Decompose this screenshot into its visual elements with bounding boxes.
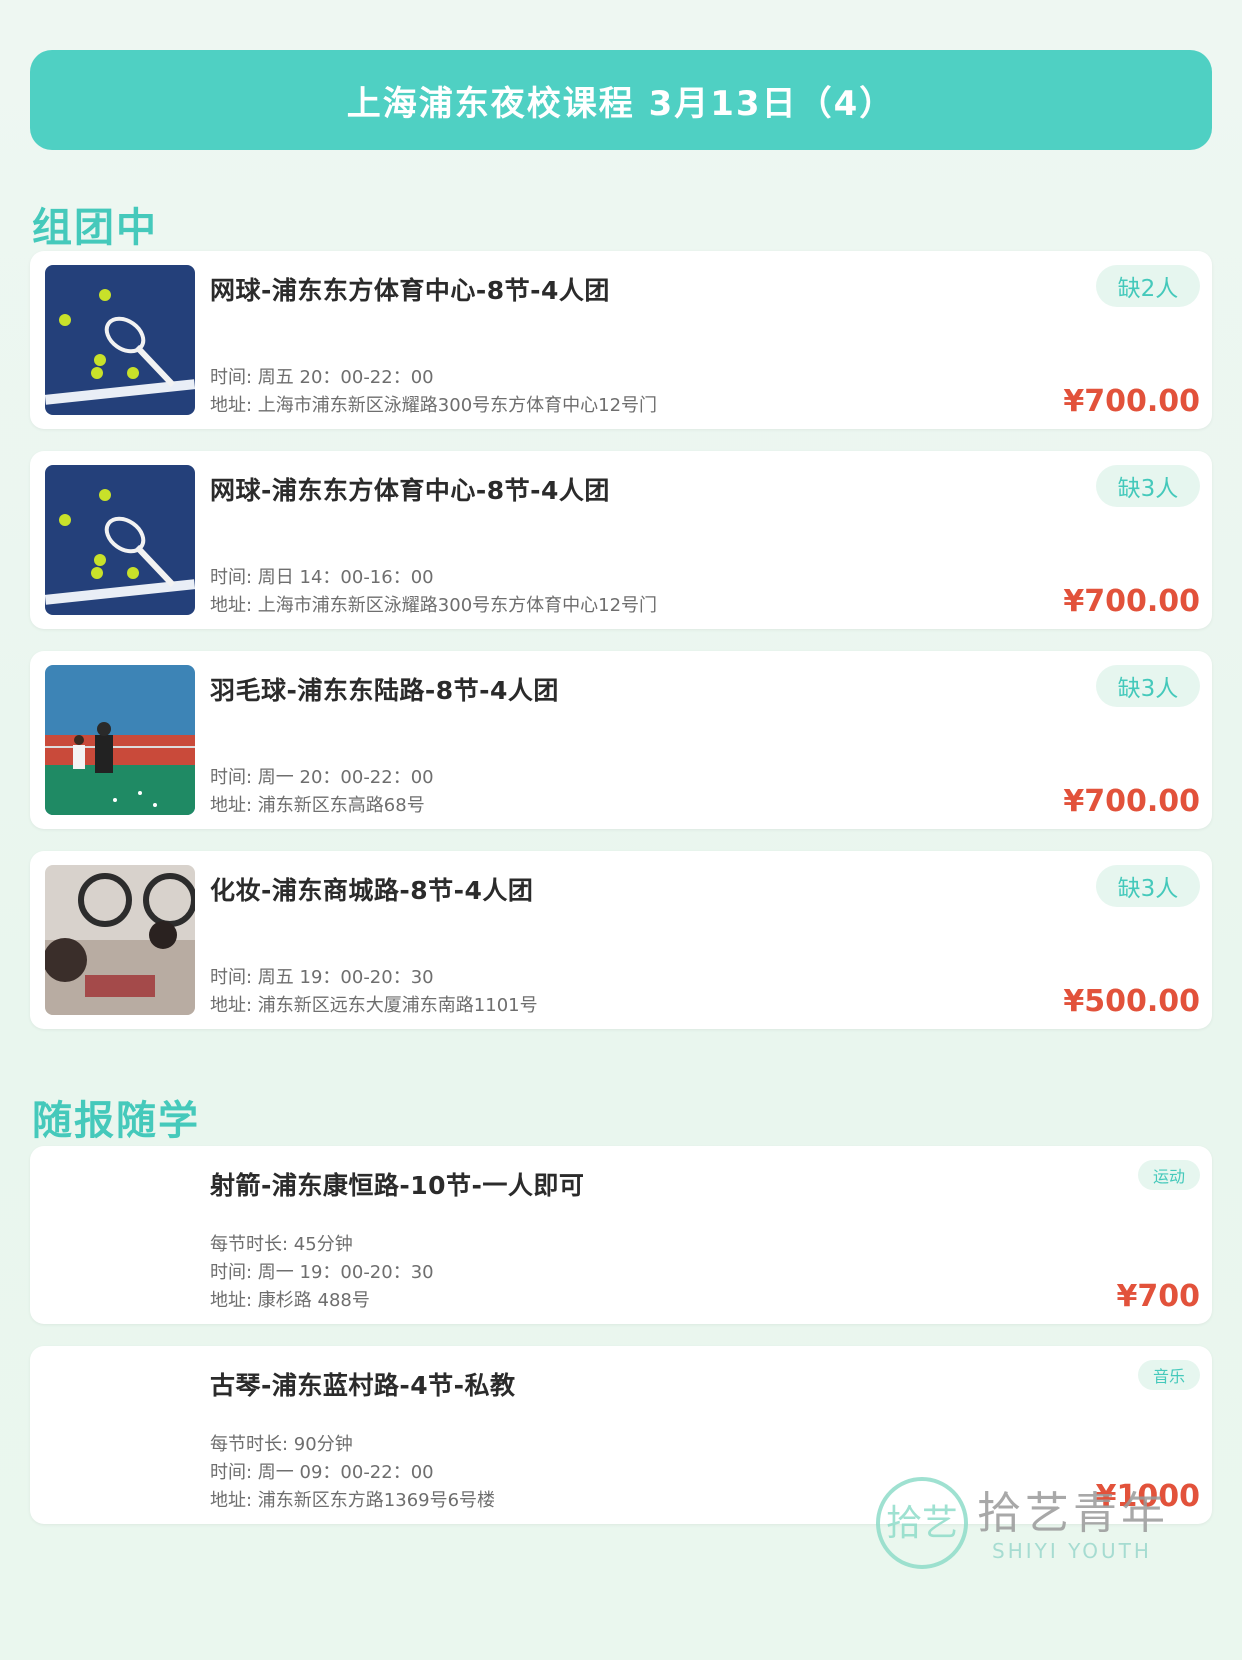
course-address: 地址: 浦东新区东方路1369号6号楼 (210, 1490, 496, 1511)
course-card[interactable]: 羽毛球-浦东东陆路-8节-4人团 缺3人 时间: 周一 20：00-22：00 … (30, 651, 1212, 829)
course-card[interactable]: 射箭-浦东康恒路-10节-一人即可 运动 每节时长: 45分钟 时间: 周一 1… (30, 1146, 1212, 1324)
category-badge: 运动 (1138, 1160, 1200, 1190)
svg-text:拾艺: 拾艺 (886, 1503, 958, 1544)
spots-left-badge: 缺3人 (1096, 465, 1200, 507)
course-duration: 每节时长: 45分钟 (210, 1234, 353, 1255)
course-address: 地址: 康杉路 488号 (210, 1290, 370, 1311)
category-badge: 音乐 (1138, 1360, 1200, 1390)
spots-left-badge: 缺3人 (1096, 665, 1200, 707)
course-price: ¥500.00 (1063, 984, 1200, 1019)
course-price: ¥700.00 (1063, 384, 1200, 419)
course-card[interactable]: 化妆-浦东商城路-8节-4人团 缺3人 时间: 周五 19：00-20：30 地… (30, 851, 1212, 1029)
course-address: 地址: 浦东新区东高路68号 (210, 795, 425, 816)
section-title-anytime: 随报随学 (32, 1098, 200, 1144)
course-address: 地址: 上海市浦东新区泳耀路300号东方体育中心12号门 (210, 595, 658, 616)
section-title-group: 组团中 (32, 205, 158, 251)
course-time: 时间: 周五 19：00-20：30 (210, 967, 434, 988)
spots-left-badge: 缺3人 (1096, 865, 1200, 907)
course-time: 时间: 周日 14：00-16：00 (210, 567, 434, 588)
course-card[interactable]: 网球-浦东东方体育中心-8节-4人团 缺3人 时间: 周日 14：00-16：0… (30, 451, 1212, 629)
course-title: 羽毛球-浦东东陆路-8节-4人团 (210, 676, 559, 705)
course-time: 时间: 周一 09：00-22：00 (210, 1462, 434, 1483)
badminton-image (45, 665, 195, 815)
course-price: ¥700.00 (1063, 584, 1200, 619)
course-duration: 每节时长: 90分钟 (210, 1434, 353, 1455)
course-address: 地址: 浦东新区远东大厦浦东南路1101号 (210, 995, 538, 1016)
spots-left-badge: 缺2人 (1096, 265, 1200, 307)
course-title: 网球-浦东东方体育中心-8节-4人团 (210, 476, 610, 505)
tennis-image (45, 465, 195, 615)
course-title: 化妆-浦东商城路-8节-4人团 (210, 876, 534, 905)
page-title: 上海浦东夜校课程 3月13日（4） (30, 50, 1212, 150)
course-title: 古琴-浦东蓝村路-4节-私教 (210, 1371, 516, 1400)
course-price: ¥700 (1116, 1279, 1201, 1314)
makeup-image (45, 865, 195, 1015)
course-title: 射箭-浦东康恒路-10节-一人即可 (210, 1171, 585, 1200)
course-card[interactable]: 网球-浦东东方体育中心-8节-4人团 缺2人 时间: 周五 20：00-22：0… (30, 251, 1212, 429)
course-title: 网球-浦东东方体育中心-8节-4人团 (210, 276, 610, 305)
watermark-cn: 拾艺青年 (977, 1488, 1169, 1539)
watermark: 拾艺 拾艺青年 SHIYI YOUTH (872, 1473, 1192, 1583)
course-time: 时间: 周五 20：00-22：00 (210, 367, 434, 388)
course-time: 时间: 周一 19：00-20：30 (210, 1262, 434, 1283)
course-price: ¥700.00 (1063, 784, 1200, 819)
course-time: 时间: 周一 20：00-22：00 (210, 767, 434, 788)
tennis-image (45, 265, 195, 415)
brand-logo-icon: 拾艺 (876, 1477, 968, 1569)
watermark-en: SHIYI YOUTH (992, 1539, 1152, 1563)
course-address: 地址: 上海市浦东新区泳耀路300号东方体育中心12号门 (210, 395, 658, 416)
